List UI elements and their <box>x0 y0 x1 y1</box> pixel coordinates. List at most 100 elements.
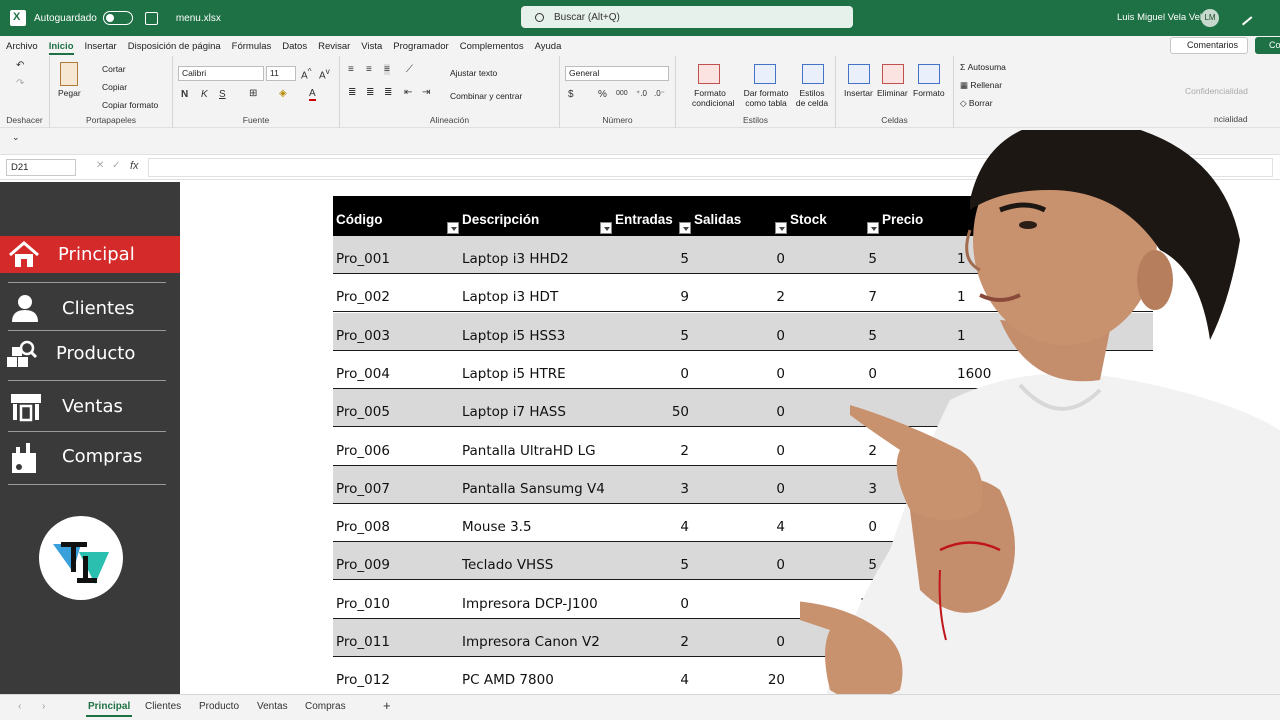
cell-desc[interactable]: Pantalla UltraHD LG <box>462 443 596 459</box>
sensitivity-button[interactable]: Confidencialidad <box>1185 86 1248 96</box>
avatar[interactable]: LM <box>1201 9 1219 27</box>
name-box[interactable]: D21 <box>6 159 76 176</box>
copy-button[interactable]: Copiar <box>102 82 127 92</box>
autosave-toggle[interactable] <box>102 11 133 25</box>
cut-button[interactable]: Cortar <box>102 64 126 74</box>
cell-out[interactable]: 0 <box>745 481 785 497</box>
cell-desc[interactable]: Laptop i5 HSS3 <box>462 328 565 344</box>
tab-inicio[interactable]: Inicio <box>48 41 74 55</box>
cell-out[interactable]: 0 <box>745 404 785 420</box>
cell-in[interactable]: 0 <box>649 596 689 612</box>
cell-desc[interactable]: Laptop i5 HTRE <box>462 366 566 382</box>
cell-out[interactable]: 0 <box>745 634 785 650</box>
cell-desc[interactable]: Mouse 3.5 <box>462 519 532 535</box>
tab-formulas[interactable]: Fórmulas <box>232 41 272 52</box>
cell-in[interactable]: 2 <box>649 443 689 459</box>
cell-styles-icon[interactable] <box>802 64 824 84</box>
thousands-icon[interactable]: 000 <box>616 90 628 97</box>
cell-code[interactable]: Pro_012 <box>336 672 390 688</box>
cell-in[interactable]: 3 <box>649 481 689 497</box>
sidebar-item-clientes[interactable]: Clientes <box>6 285 168 331</box>
ribbon-collapse-icon[interactable]: ⌄ <box>12 132 20 143</box>
tab-ayuda[interactable]: Ayuda <box>535 41 562 52</box>
cell-out[interactable]: 2 <box>745 289 785 305</box>
indent-increase-icon[interactable]: ⇥ <box>422 87 430 98</box>
filter-dropdown-icon[interactable] <box>679 222 691 234</box>
font-size-select[interactable]: 11 <box>266 66 296 81</box>
cell-code[interactable]: Pro_003 <box>336 328 390 344</box>
font-name-select[interactable]: Calibri <box>178 66 264 81</box>
borders-icon[interactable]: ⊞ <box>249 88 257 99</box>
tab-datos[interactable]: Datos <box>282 41 307 52</box>
percent-icon[interactable]: % <box>598 89 607 100</box>
sidebar-item-ventas[interactable]: Ventas <box>6 384 168 430</box>
sidebar-item-producto[interactable]: Producto <box>6 333 168 379</box>
cell-code[interactable]: Pro_010 <box>336 596 390 612</box>
cell-out[interactable]: 0 <box>745 366 785 382</box>
cell-in[interactable]: 50 <box>649 404 689 420</box>
tab-archivo[interactable]: Archivo <box>6 41 38 52</box>
cell-code[interactable]: Pro_001 <box>336 251 390 267</box>
enter-icon[interactable]: ✓ <box>112 160 120 171</box>
cell-in[interactable]: 4 <box>649 672 689 688</box>
sidebar-item-principal[interactable]: Principal <box>0 236 199 273</box>
cell-desc[interactable]: Laptop i3 HHD2 <box>462 251 569 267</box>
cell-code[interactable]: Pro_002 <box>336 289 390 305</box>
tab-disposicion[interactable]: Disposición de página <box>128 41 221 52</box>
filter-dropdown-icon[interactable] <box>775 222 787 234</box>
sheet-tab-clientes[interactable]: Clientes <box>145 701 181 712</box>
search-input[interactable]: Buscar (Alt+Q) <box>521 6 853 28</box>
format-table-icon[interactable] <box>754 64 776 84</box>
function-icon[interactable]: fx <box>130 160 139 172</box>
format-painter-button[interactable]: Copiar formato <box>102 100 158 110</box>
bold-button[interactable]: N <box>181 89 188 100</box>
cell-out[interactable]: 0 <box>745 557 785 573</box>
tab-revisar[interactable]: Revisar <box>318 41 350 52</box>
filter-dropdown-icon[interactable] <box>600 222 612 234</box>
delete-cells-icon[interactable] <box>882 64 904 84</box>
fill-button[interactable]: ▦ Rellenar <box>960 80 1002 91</box>
sheet-tab-principal[interactable]: Principal <box>85 701 133 717</box>
underline-button[interactable]: S <box>219 89 226 100</box>
share-button[interactable]: Co <box>1255 37 1280 54</box>
cell-in[interactable]: 9 <box>649 289 689 305</box>
align-bottom-icon[interactable]: ≡ <box>384 64 390 75</box>
clear-button[interactable]: ◇ Borrar <box>960 98 993 109</box>
tab-complementos[interactable]: Complementos <box>460 41 524 52</box>
scroll-right-icon[interactable]: › <box>42 701 45 712</box>
cell-code[interactable]: Pro_004 <box>336 366 390 382</box>
cell-out[interactable]: 0 <box>745 328 785 344</box>
cell-desc[interactable]: Teclado VHSS <box>462 557 553 573</box>
cell-styles-button[interactable]: Estilos de celda <box>794 88 830 108</box>
paste-icon[interactable] <box>60 62 78 86</box>
cell-desc[interactable]: PC AMD 7800 <box>462 672 554 688</box>
cell-code[interactable]: Pro_011 <box>336 634 390 650</box>
scroll-left-icon[interactable]: ‹ <box>18 701 21 712</box>
cell-desc[interactable]: Laptop i7 HASS <box>462 404 566 420</box>
fill-color-icon[interactable]: ◈ <box>279 88 287 99</box>
cell-in[interactable]: 5 <box>649 328 689 344</box>
decrease-decimal-icon[interactable]: .0⁻ <box>654 89 665 98</box>
sheet-tab-producto[interactable]: Producto <box>199 701 239 712</box>
tab-insertar[interactable]: Insertar <box>85 41 117 52</box>
cancel-icon[interactable]: ✕ <box>96 160 104 171</box>
paste-button[interactable]: Pegar <box>58 88 81 98</box>
currency-icon[interactable]: $ <box>568 89 574 100</box>
shrink-font-icon[interactable]: Av <box>319 66 330 81</box>
format-cells-icon[interactable] <box>918 64 940 84</box>
merge-center-button[interactable]: Combinar y centrar <box>450 91 522 101</box>
format-table-button[interactable]: Dar formato como tabla <box>738 88 794 108</box>
cell-code[interactable]: Pro_006 <box>336 443 390 459</box>
tab-vista[interactable]: Vista <box>361 41 382 52</box>
align-right-icon[interactable]: ≣ <box>384 87 392 98</box>
sheet-tab-ventas[interactable]: Ventas <box>257 701 288 712</box>
align-top-icon[interactable]: ≡ <box>348 64 354 75</box>
indent-decrease-icon[interactable]: ⇤ <box>404 87 412 98</box>
cell-code[interactable]: Pro_008 <box>336 519 390 535</box>
redo-icon[interactable]: ↷ <box>16 78 24 89</box>
font-color-icon[interactable]: A <box>309 88 316 101</box>
number-format-select[interactable]: General <box>565 66 669 81</box>
orientation-icon[interactable]: ⟋ <box>406 64 413 75</box>
cell-in[interactable]: 5 <box>649 557 689 573</box>
filter-dropdown-icon[interactable] <box>447 222 459 234</box>
